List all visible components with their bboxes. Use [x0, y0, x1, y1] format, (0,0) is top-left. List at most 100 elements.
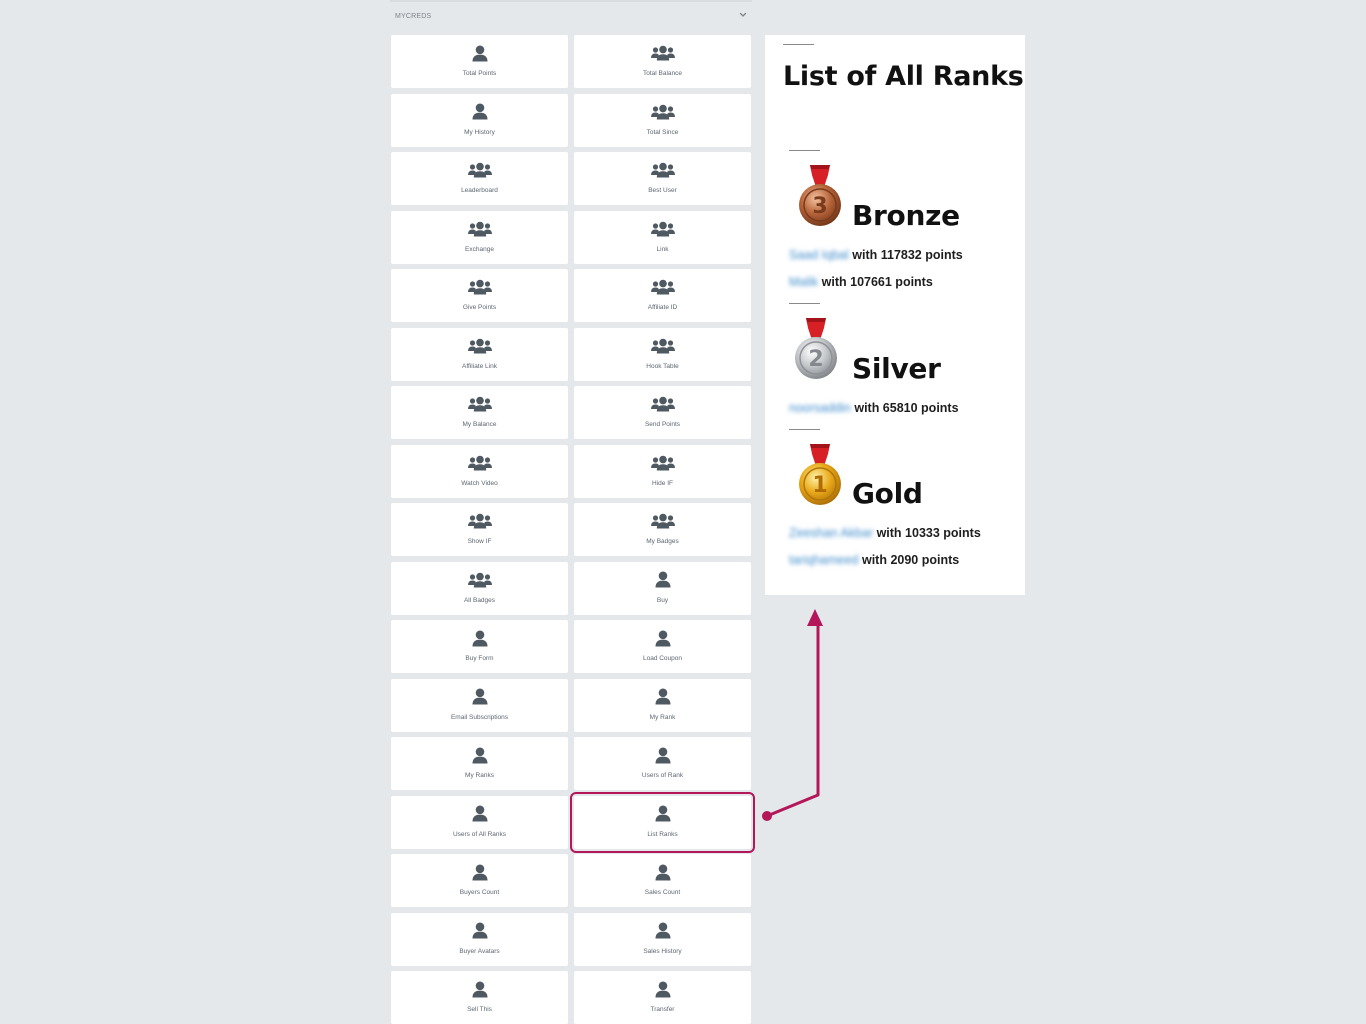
- widget-sales-count[interactable]: Sales Count: [574, 854, 751, 907]
- rank-user-entry: Saad Iqbal with 117832 points: [789, 248, 963, 262]
- widget-load-coupon[interactable]: Load Coupon: [574, 620, 751, 673]
- widget-label: All Badges: [463, 596, 496, 604]
- widget-label: Affiliate ID: [647, 304, 678, 311]
- widget-give-points[interactable]: Give Points: [391, 269, 568, 322]
- svg-text:2: 2: [808, 347, 823, 372]
- users-icon: [467, 571, 492, 589]
- widget-label: Buyer Avatars: [459, 947, 500, 955]
- widget-label: My Balance: [462, 421, 497, 428]
- widget-affiliate-id[interactable]: Affiliate ID: [574, 269, 751, 322]
- widget-list-ranks[interactable]: List Ranks: [570, 791, 755, 853]
- user-icon: [655, 805, 671, 823]
- widget-label: Leaderboard: [461, 187, 498, 194]
- widget-label: Users of All Ranks: [452, 830, 507, 838]
- user-name-link[interactable]: noorsaddin: [789, 401, 851, 415]
- users-icon: [650, 278, 675, 296]
- widget-buy-form[interactable]: Buy Form: [391, 620, 568, 673]
- user-name-link[interactable]: Zeeshan Akbar: [789, 526, 873, 540]
- widget-best-user[interactable]: Best User: [574, 152, 751, 205]
- widget-show-if[interactable]: Show IF: [391, 503, 568, 556]
- widget-buyers-count[interactable]: Buyers Count: [391, 854, 568, 907]
- user-name-link[interactable]: tariqhameed: [789, 553, 859, 567]
- user-icon: [472, 688, 488, 706]
- widget-send-points[interactable]: Send Points: [574, 386, 751, 439]
- widget-email-subscriptions[interactable]: Email Subscriptions: [391, 678, 568, 732]
- users-icon: [650, 337, 675, 355]
- widget-link[interactable]: Link: [574, 210, 751, 264]
- user-icon: [472, 746, 488, 764]
- user-points-text: with 2090 points: [861, 553, 960, 567]
- widget-sell-this[interactable]: Sell This: [391, 971, 568, 1024]
- users-icon: [650, 512, 675, 530]
- widget-users-of-rank[interactable]: Users of Rank: [574, 737, 751, 790]
- users-icon: [467, 337, 492, 355]
- widget-buyer-avatars[interactable]: Buyer Avatars: [391, 912, 568, 966]
- rank-name-bronze: Bronze: [852, 199, 960, 232]
- widget-hook-table[interactable]: Hook Table: [574, 327, 751, 381]
- widget-users-of-all-ranks[interactable]: Users of All Ranks: [391, 795, 568, 849]
- widget-all-badges[interactable]: All Badges: [391, 561, 568, 615]
- widget-exchange[interactable]: Exchange: [391, 210, 568, 264]
- users-icon: [650, 395, 675, 413]
- arrow-line: [766, 620, 820, 818]
- widget-leaderboard[interactable]: Leaderboard: [391, 152, 568, 205]
- users-icon: [650, 454, 675, 472]
- user-points-text: with 107661 points: [821, 275, 933, 289]
- widget-hide-if[interactable]: Hide IF: [574, 444, 751, 498]
- widget-label: Hide IF: [652, 479, 673, 487]
- rank-user-entry: noorsaddin with 65810 points: [789, 401, 959, 415]
- rank-divider: [789, 429, 820, 430]
- widget-my-history[interactable]: My History: [391, 93, 568, 147]
- widget-my-rank[interactable]: My Rank: [574, 678, 751, 732]
- widget-label: Best User: [648, 187, 677, 194]
- widget-my-balance[interactable]: My Balance: [391, 386, 568, 439]
- widget-watch-video[interactable]: Watch Video: [391, 444, 568, 498]
- users-icon: [467, 395, 492, 413]
- user-icon: [472, 922, 488, 940]
- user-icon: [655, 980, 671, 998]
- widget-label: My History: [464, 128, 495, 136]
- user-icon: [655, 688, 671, 706]
- users-icon: [650, 161, 675, 179]
- gold-medal-icon: 1: [792, 442, 848, 508]
- silver-medal-icon: 2: [788, 316, 844, 382]
- user-icon: [472, 980, 488, 998]
- widget-label: My Badges: [646, 538, 679, 545]
- widget-label: Send Points: [644, 421, 681, 428]
- rank-name-silver: Silver: [852, 352, 941, 385]
- widget-label: My Rank: [649, 713, 676, 721]
- rank-user-entry: Zeeshan Akbar with 10333 points: [789, 526, 981, 540]
- bronze-medal-icon: 3: [792, 163, 848, 229]
- widget-label: Exchange: [465, 245, 494, 253]
- user-icon: [472, 44, 488, 62]
- user-icon: [655, 863, 671, 881]
- rank-divider: [789, 150, 820, 151]
- widget-label: Buy: [656, 596, 669, 604]
- widget-label: Total Balance: [642, 70, 683, 77]
- users-icon: [467, 512, 492, 530]
- widget-my-badges[interactable]: My Badges: [574, 503, 751, 556]
- widget-affiliate-link[interactable]: Affiliate Link: [391, 327, 568, 381]
- arrow-head: [807, 609, 823, 626]
- chevron-down-icon[interactable]: [738, 10, 748, 20]
- widget-sales-history[interactable]: Sales History: [574, 912, 751, 966]
- widget-total-since[interactable]: Total Since: [574, 93, 751, 147]
- ranks-title: List of All Ranks: [783, 61, 1024, 92]
- widget-total-balance[interactable]: Total Balance: [574, 35, 751, 88]
- widget-label: Affiliate Link: [462, 362, 497, 370]
- user-icon: [655, 922, 671, 940]
- user-points-text: with 117832 points: [852, 248, 963, 262]
- widget-transfer[interactable]: Transfer: [574, 971, 751, 1024]
- widget-total-points[interactable]: Total Points: [391, 35, 568, 88]
- user-name-link[interactable]: Malik: [789, 275, 818, 289]
- widget-my-ranks[interactable]: My Ranks: [391, 737, 568, 790]
- users-icon: [467, 161, 492, 179]
- widget-label: Show IF: [467, 538, 492, 545]
- widget-label: Sales Count: [644, 889, 681, 896]
- mycreds-panel-header[interactable]: MYCREDS: [390, 0, 752, 30]
- widget-label: Buy Form: [465, 655, 494, 662]
- users-icon: [650, 220, 675, 238]
- widget-buy[interactable]: Buy: [574, 561, 751, 615]
- widget-label: Watch Video: [461, 479, 498, 487]
- user-name-link[interactable]: Saad Iqbal: [789, 248, 849, 262]
